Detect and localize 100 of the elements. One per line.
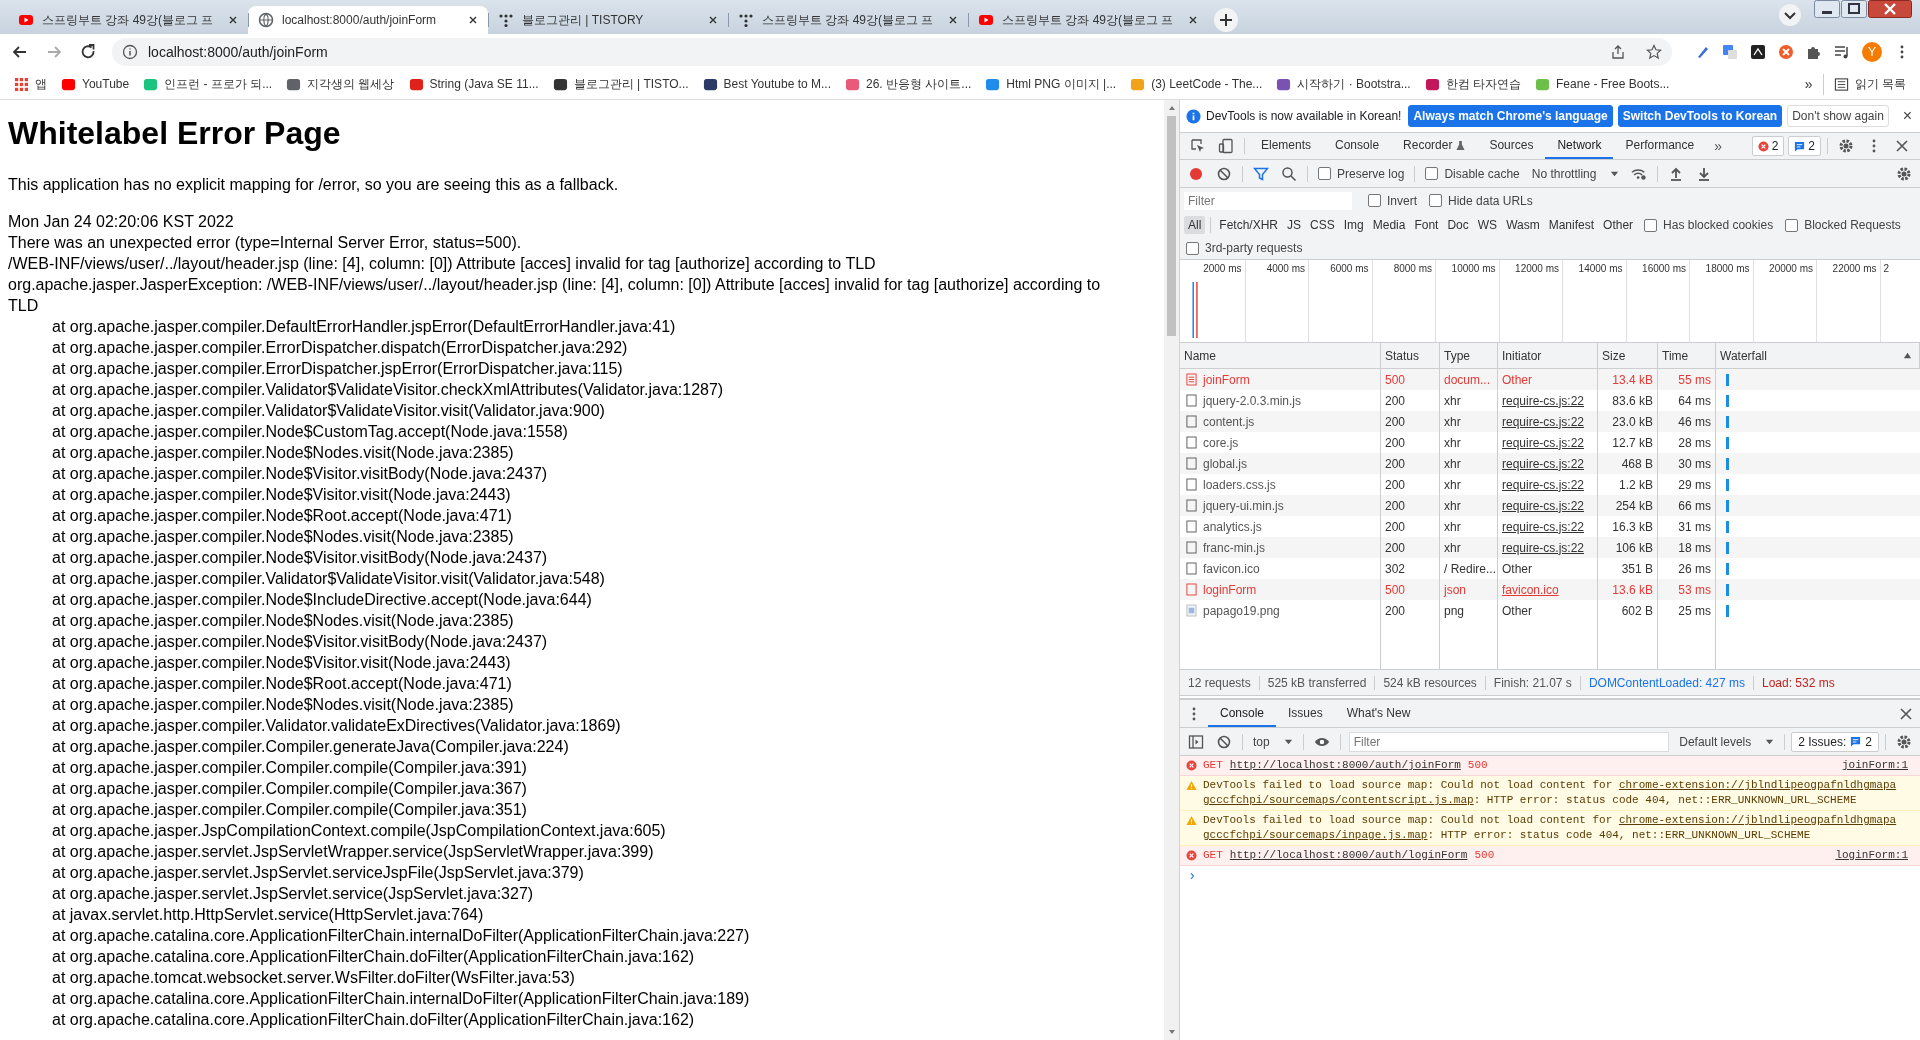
request-row[interactable]: global.js 200 xhr require-cs.js:22 468 B 30 ms (1180, 453, 1920, 474)
devtools-tab[interactable]: Console (1323, 133, 1392, 159)
terminal-icon[interactable] (1750, 43, 1766, 60)
request-url-link[interactable]: http://localhost:8000/auth/loginForm (1229, 848, 1468, 863)
devtools-tab[interactable]: Sources (1477, 133, 1546, 159)
devtools-tab[interactable]: Performance (1613, 133, 1707, 159)
tab-search-icon[interactable] (1778, 3, 1802, 27)
message-count-badge[interactable]: 2 (1788, 136, 1821, 156)
type-filter-button[interactable]: Manifest (1544, 216, 1599, 234)
type-filter-button[interactable]: CSS (1306, 216, 1339, 234)
type-filter-button[interactable]: Doc (1443, 216, 1473, 234)
inspect-icon[interactable] (1190, 138, 1206, 154)
maximize-icon[interactable] (1841, 0, 1867, 18)
record-icon[interactable] (1188, 165, 1204, 182)
initiator-link[interactable]: require-cs.js:22 (1502, 519, 1585, 534)
sidebar-icon[interactable] (1188, 733, 1204, 750)
type-filter-button[interactable]: Fetch/XHR (1215, 216, 1283, 234)
drawer-tab[interactable]: What's New (1334, 700, 1423, 727)
filter-checkbox[interactable]: Invert (1368, 193, 1417, 208)
console-prompt[interactable]: › (1180, 866, 1205, 886)
type-filter-button[interactable]: Img (1339, 216, 1368, 234)
column-header[interactable]: Type (1440, 343, 1498, 368)
bookmark[interactable]: 시작하기 · Bootstra... (1272, 73, 1415, 95)
type-filter-button[interactable]: All (1184, 216, 1206, 234)
bookmark[interactable]: Best Youtube to M... (698, 74, 835, 94)
request-row[interactable]: franc-min.js 200 xhr require-cs.js:22 106 kB 18 ms (1180, 537, 1920, 558)
request-row[interactable]: jquery-ui.min.js 200 xhr require-cs.js:22 254 kB 66 ms (1180, 495, 1920, 516)
source-map-link[interactable]: gcccfchpi/sourcemaps/contentscript.js.map (1203, 793, 1474, 808)
settings-icon[interactable] (1896, 165, 1912, 182)
initiator-link[interactable]: require-cs.js:22 (1502, 435, 1585, 450)
source-link[interactable]: loginForm:1 (1835, 848, 1908, 863)
close-icon[interactable] (1898, 705, 1914, 722)
browser-tab[interactable]: 스프링부트 강좌 49강(블로그 프 (8, 6, 248, 34)
column-header[interactable]: Name (1180, 343, 1381, 368)
blocker-icon[interactable] (1778, 43, 1794, 60)
initiator-link[interactable]: favicon.ico (1502, 582, 1559, 597)
column-header[interactable]: Initiator (1498, 343, 1598, 368)
console-filter-field[interactable]: Filter (1348, 731, 1670, 752)
bookmark[interactable]: String (Java SE 11... (404, 74, 543, 94)
type-filter-button[interactable]: Wasm (1502, 216, 1544, 234)
address-bar[interactable]: localhost:8000/auth/joinForm (112, 37, 1672, 66)
bookmark[interactable]: (3) LeetCode - The... (1126, 74, 1267, 94)
close-icon[interactable] (1188, 15, 1198, 25)
close-button[interactable]: × (1900, 107, 1914, 125)
type-filter-button[interactable]: WS (1473, 216, 1502, 234)
context-dropdown[interactable]: top (1247, 734, 1299, 749)
settings-icon[interactable] (1838, 138, 1854, 154)
more-bookmarks-button[interactable]: » (1800, 74, 1817, 94)
close-icon[interactable] (1868, 0, 1912, 18)
close-icon[interactable] (708, 15, 718, 25)
clear-icon[interactable] (1216, 165, 1232, 182)
bookmark[interactable]: Html PNG 이미지 |... (981, 73, 1121, 95)
browser-tab[interactable]: 스프링부트 강좌 49강(블로그 프 (968, 6, 1208, 34)
filter-checkbox[interactable]: Blocked Requests (1785, 218, 1901, 232)
drawer-tab[interactable]: Issues (1276, 700, 1335, 727)
device-toggle-icon[interactable] (1218, 138, 1234, 154)
reading-list-button[interactable]: 읽기 목록 (1822, 73, 1910, 95)
source-map-link[interactable]: chrome-extension://jblndlipeogpafnldhgmapa (1618, 813, 1897, 828)
scroll-thumb[interactable] (1167, 116, 1176, 336)
close-icon[interactable] (228, 15, 238, 25)
bookmark[interactable]: 26. 반응형 사이트... (841, 73, 976, 95)
column-header[interactable]: Status (1381, 343, 1440, 368)
request-row[interactable]: loginForm 500 json favicon.ico 13.6 kB 53 ms (1180, 579, 1920, 600)
initiator-link[interactable]: require-cs.js:22 (1502, 540, 1585, 555)
initiator-link[interactable]: require-cs.js:22 (1502, 477, 1585, 492)
filter-field[interactable]: Filter (1184, 191, 1352, 210)
type-filter-button[interactable]: Media (1368, 216, 1410, 234)
browser-tab[interactable]: 블로그관리 | TISTORY (488, 6, 728, 34)
type-filter-button[interactable]: Other (1599, 216, 1638, 234)
request-row[interactable]: joinForm 500 docum... Other 13.4 kB 55 ms (1180, 369, 1920, 390)
info-bar-button[interactable]: Don't show again (1787, 105, 1889, 127)
new-tab-icon[interactable] (1214, 8, 1238, 32)
throttling-dropdown[interactable]: No throttling (1525, 166, 1626, 181)
more-tabs-button[interactable]: » (1706, 138, 1730, 154)
preserve-log-checkbox[interactable]: Preserve log (1318, 166, 1405, 181)
source-map-link[interactable]: gcccfchpi/sourcemaps/inpage.js.map (1203, 828, 1428, 843)
error-count-badge[interactable]: 2 (1751, 136, 1785, 156)
scrollbar[interactable] (1164, 100, 1179, 1040)
request-row[interactable]: content.js 200 xhr require-cs.js:22 23.0 kB 46 ms (1180, 411, 1920, 432)
bookmark-star-icon[interactable] (1646, 43, 1662, 60)
bookmark[interactable]: 앱 (10, 73, 51, 95)
request-url-link[interactable]: http://localhost:8000/auth/joinForm (1229, 758, 1461, 773)
filter-icon[interactable] (1253, 165, 1269, 182)
bookmark[interactable]: 인프런 - 프로가 되... (139, 73, 277, 95)
bookmark[interactable]: Feane - Free Boots... (1531, 74, 1674, 94)
type-filter-button[interactable]: Font (1410, 216, 1443, 234)
request-row[interactable]: papago19.png 200 png Other 602 B 25 ms (1180, 600, 1920, 621)
devtools-tab[interactable]: Elements (1249, 133, 1324, 159)
close-icon[interactable] (948, 15, 958, 25)
browser-tab[interactable]: 스프링부트 강좌 49강(블로그 프 (728, 6, 968, 34)
share-icon[interactable] (1610, 43, 1626, 60)
disable-cache-checkbox[interactable]: Disable cache (1425, 166, 1520, 181)
minimize-icon[interactable] (1814, 0, 1840, 18)
media-queue-icon[interactable] (1834, 43, 1850, 60)
filter-checkbox[interactable]: Has blocked cookies (1644, 218, 1774, 232)
bookmark[interactable]: 블로그관리 | TISTO... (548, 73, 693, 95)
close-icon[interactable] (468, 15, 478, 25)
third-party-checkbox[interactable]: 3rd-party requests (1186, 241, 1303, 255)
settings-icon[interactable] (1896, 733, 1912, 750)
filter-checkbox[interactable]: Hide data URLs (1429, 193, 1533, 208)
